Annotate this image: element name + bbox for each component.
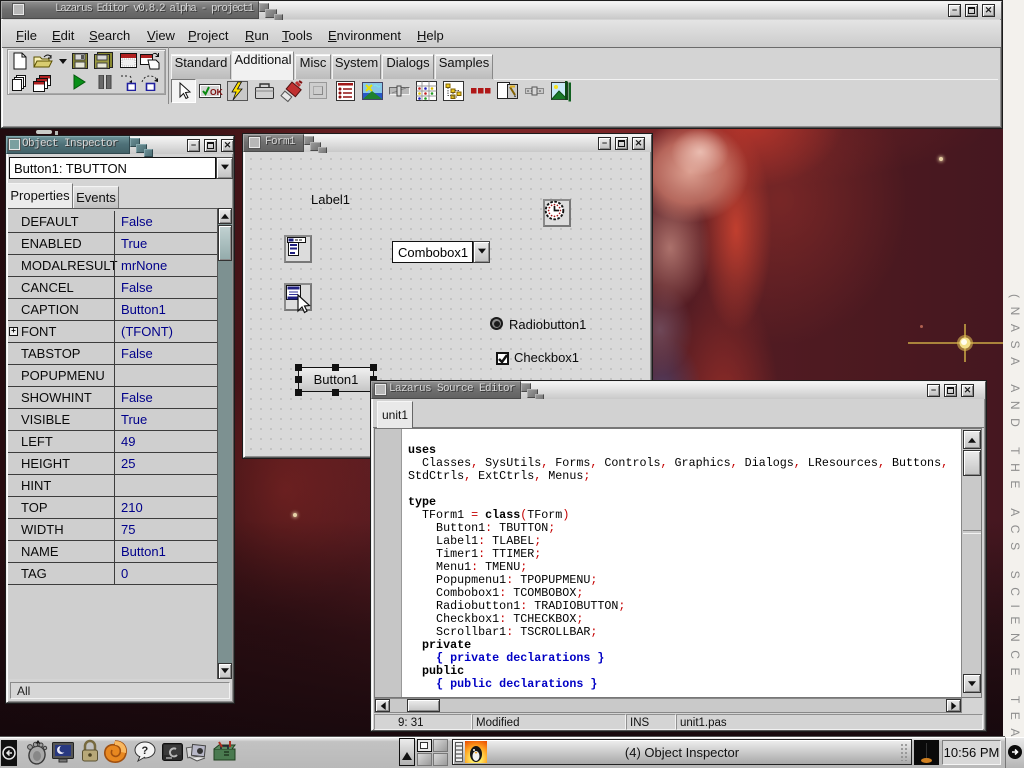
svg-text:OK: OK xyxy=(210,87,223,97)
svg-text:?: ? xyxy=(142,745,149,757)
